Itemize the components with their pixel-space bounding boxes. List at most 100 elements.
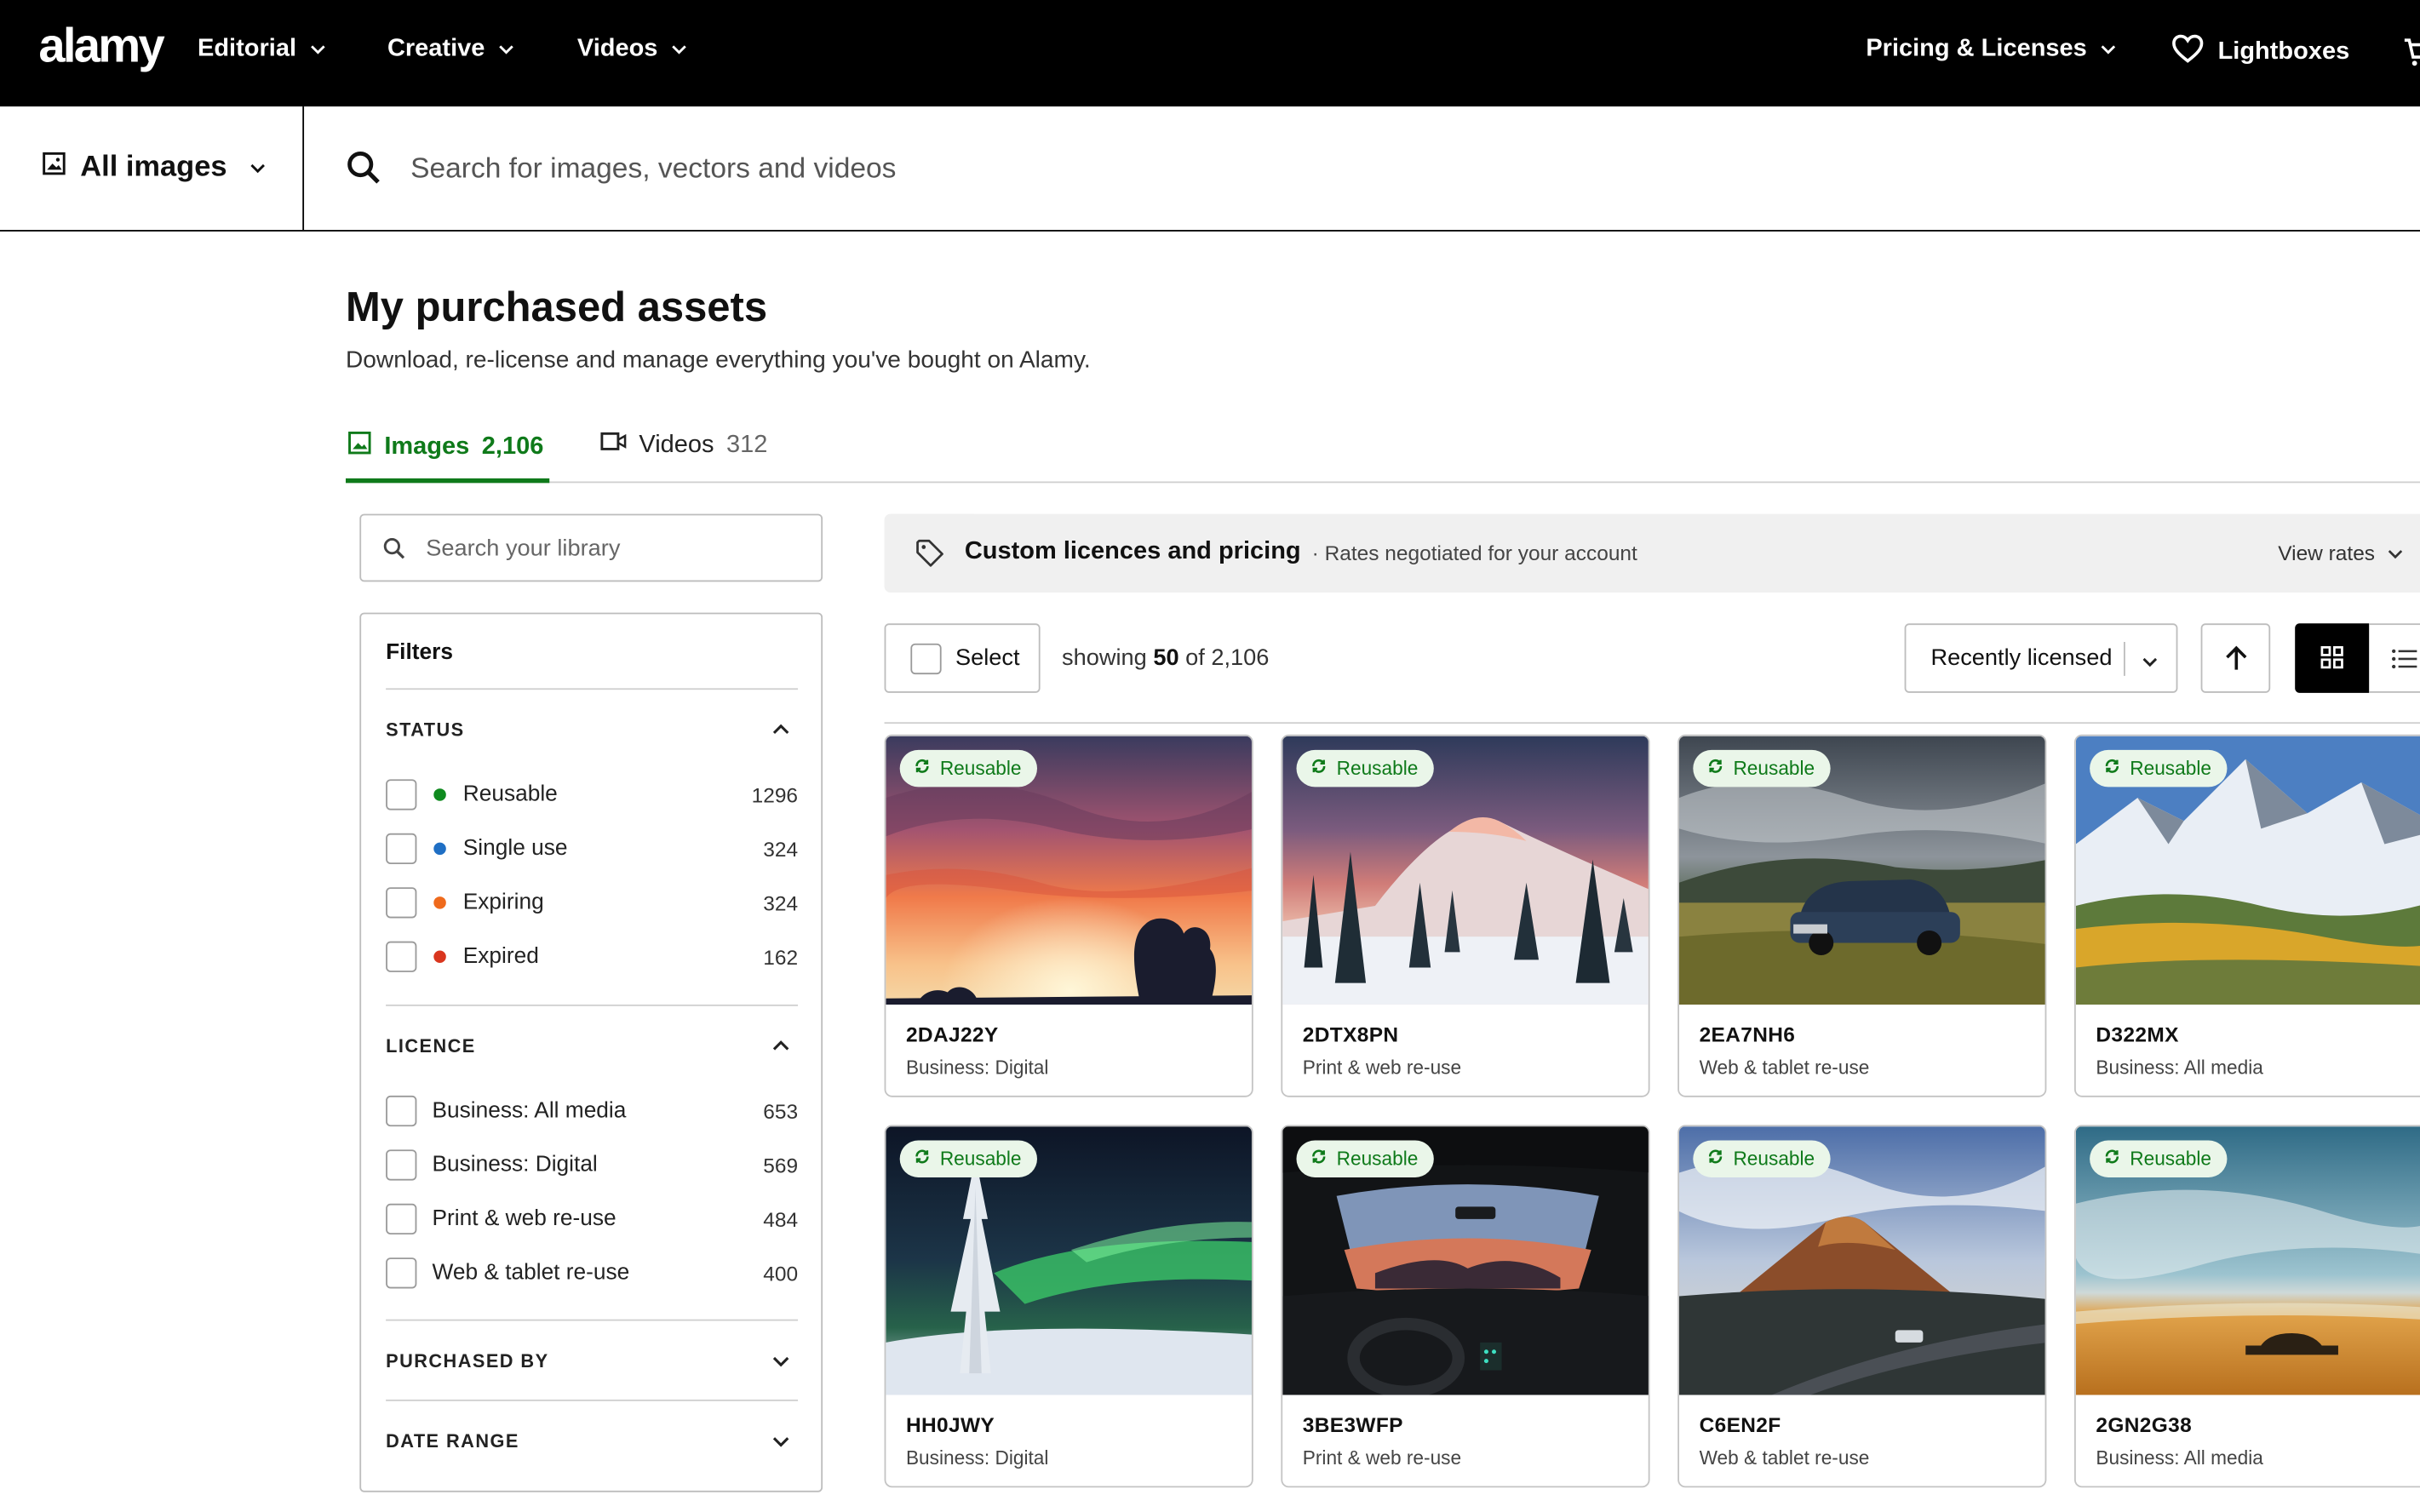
- chevron-down-icon: [2388, 546, 2403, 561]
- licence-section-title[interactable]: LICENCE: [386, 1035, 476, 1057]
- tab-images-label: Images: [384, 432, 470, 460]
- asset-card[interactable]: Reusable 2GN2G38 Business: All media: [2074, 1125, 2420, 1488]
- sort-dropdown[interactable]: Recently licensed: [1904, 623, 2178, 693]
- asset-card[interactable]: Reusable 2DAJ22Y Business: Digital: [884, 734, 1253, 1097]
- filter-status-single-use[interactable]: Single use 324: [386, 832, 798, 866]
- view-rates-button[interactable]: View rates: [2278, 541, 2402, 564]
- select-label: Select: [955, 644, 1020, 672]
- page-subtitle: Download, re-license and manage everythi…: [346, 346, 1091, 374]
- badge-label: Reusable: [939, 1148, 1022, 1170]
- status-badge: Reusable: [1296, 749, 1434, 788]
- search-icon: [383, 537, 406, 568]
- checkbox[interactable]: [386, 833, 417, 864]
- nav-editorial[interactable]: Editorial: [198, 36, 325, 64]
- purchased-by-section-title[interactable]: PURCHASED BY: [386, 1350, 548, 1372]
- asset-card[interactable]: Reusable 2EA7NH6 Web & tablet re-use: [1677, 734, 2047, 1097]
- list-view-button[interactable]: [2369, 623, 2420, 693]
- filters-title: Filters: [386, 640, 453, 666]
- nav-pricing-label: Pricing & Licenses: [1866, 35, 2087, 62]
- tab-videos[interactable]: Videos 312: [600, 431, 767, 460]
- filter-count: 324: [763, 837, 799, 861]
- status-section-title[interactable]: STATUS: [386, 719, 464, 741]
- asset-licence: Business: All media: [2096, 1447, 2263, 1469]
- banner-title: Custom licences and pricing: [964, 538, 1301, 565]
- asset-card[interactable]: Reusable C6EN2F Web & tablet re-use: [1677, 1125, 2047, 1488]
- checkbox[interactable]: [910, 642, 942, 674]
- nav-editorial-label: Editorial: [198, 35, 297, 62]
- filter-status-reusable[interactable]: Reusable 1296: [386, 778, 798, 812]
- tab-images[interactable]: Images 2,106: [347, 431, 544, 463]
- filter-status-expiring[interactable]: Expiring 324: [386, 885, 798, 919]
- chevron-down-icon[interactable]: [771, 1350, 790, 1378]
- reuse-icon: [2103, 1148, 2120, 1170]
- select-button[interactable]: Select: [884, 623, 1041, 693]
- filter-licence-all-media[interactable]: Business: All media 653: [386, 1094, 798, 1128]
- filter-label: Business: All media: [432, 1098, 627, 1124]
- status-badge: Reusable: [899, 749, 1037, 788]
- cart-icon[interactable]: [2403, 37, 2420, 76]
- status-badge: Reusable: [899, 1140, 1037, 1177]
- view-rates-label: View rates: [2278, 541, 2376, 565]
- checkbox[interactable]: [386, 1257, 417, 1289]
- search-input[interactable]: [410, 146, 1800, 190]
- banner-subtitle: · Rates negotiated for your account: [1311, 541, 1637, 565]
- heart-icon: [2171, 34, 2204, 72]
- status-badge: Reusable: [2090, 1140, 2228, 1177]
- asset-card[interactable]: Reusable D322MX Business: All media: [2074, 734, 2420, 1097]
- search-icon[interactable]: [346, 150, 383, 195]
- grid-view-button[interactable]: [2295, 623, 2370, 693]
- asset-card[interactable]: Reusable HH0JWY Business: Digital: [884, 1125, 1253, 1488]
- checkbox[interactable]: [386, 1095, 417, 1127]
- asset-id: C6EN2F: [1699, 1413, 1781, 1437]
- filter-status-expired[interactable]: Expired 162: [386, 940, 798, 974]
- nav-creative-label: Creative: [387, 35, 485, 62]
- library-search[interactable]: [359, 513, 823, 582]
- asset-card[interactable]: Reusable 3BE3WFP Print & web re-use: [1281, 1125, 1650, 1488]
- filter-licence-web-tablet[interactable]: Web & tablet re-use 400: [386, 1256, 798, 1290]
- filter-licence-print-web[interactable]: Print & web re-use 484: [386, 1202, 798, 1236]
- date-range-section-title[interactable]: DATE RANGE: [386, 1430, 519, 1452]
- app-root: alamy Editorial Creative Videos Pricing …: [0, 0, 2420, 1506]
- tag-icon: [915, 539, 944, 576]
- asset-licence: Print & web re-use: [1302, 1447, 1462, 1469]
- reuse-icon: [2103, 758, 2120, 779]
- checkbox[interactable]: [386, 779, 417, 810]
- divider: [386, 1004, 799, 1006]
- chevron-down-icon[interactable]: [771, 1430, 790, 1458]
- scope-dropdown[interactable]: All images: [0, 106, 305, 231]
- image-icon: [42, 152, 66, 186]
- checkbox[interactable]: [386, 1203, 417, 1234]
- custom-pricing-banner: Custom licences and pricing · Rates nego…: [884, 513, 2420, 593]
- filter-licence-digital[interactable]: Business: Digital 569: [386, 1148, 798, 1183]
- status-badge: Reusable: [1296, 1140, 1434, 1177]
- tab-images-count: 2,106: [481, 432, 544, 460]
- reuse-icon: [1310, 758, 1328, 779]
- alamy-logo[interactable]: alamy: [38, 19, 164, 74]
- asset-card[interactable]: Reusable 2DTX8PN Print & web re-use: [1281, 734, 1650, 1097]
- nav-lightboxes[interactable]: Lightboxes: [2171, 34, 2349, 72]
- badge-label: Reusable: [1733, 1148, 1815, 1170]
- filters-panel: Filters STATUS Reusable 1296 Single use …: [359, 612, 823, 1492]
- reuse-icon: [914, 1148, 931, 1170]
- asset-id: 2EA7NH6: [1699, 1022, 1796, 1046]
- asset-licence: Business: All media: [2096, 1057, 2263, 1079]
- chevron-down-icon: [310, 42, 325, 57]
- divider: [386, 1399, 799, 1401]
- chevron-up-icon[interactable]: [771, 1035, 790, 1063]
- sort-direction-button[interactable]: [2200, 623, 2271, 693]
- checkbox[interactable]: [386, 1149, 417, 1181]
- badge-label: Reusable: [2130, 1148, 2212, 1170]
- nav-videos[interactable]: Videos: [577, 36, 687, 64]
- badge-label: Reusable: [1336, 1148, 1419, 1170]
- showing-prefix: showing: [1062, 644, 1147, 672]
- nav-videos-label: Videos: [576, 35, 658, 62]
- chevron-up-icon[interactable]: [771, 719, 790, 747]
- nav-pricing-licenses[interactable]: Pricing & Licenses: [1866, 36, 2116, 64]
- nav-creative[interactable]: Creative: [387, 36, 514, 64]
- library-search-input[interactable]: [426, 530, 797, 565]
- badge-label: Reusable: [1733, 757, 1815, 780]
- status-dot: [433, 896, 446, 909]
- badge-label: Reusable: [1336, 757, 1419, 780]
- checkbox[interactable]: [386, 941, 417, 972]
- checkbox[interactable]: [386, 887, 417, 919]
